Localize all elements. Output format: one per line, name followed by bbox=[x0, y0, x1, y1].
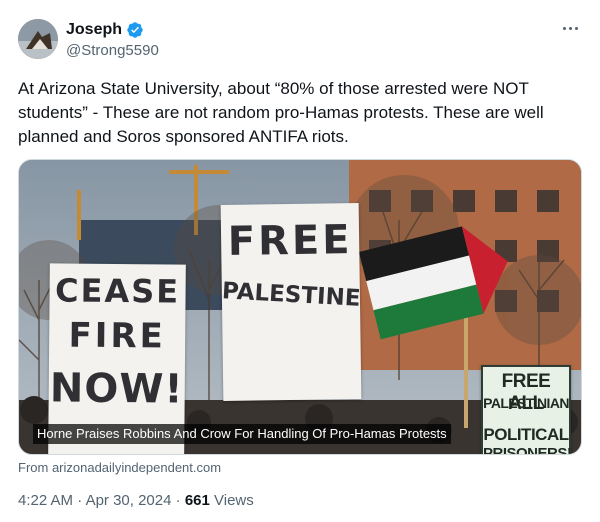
tweet-text: At Arizona State University, about “80% … bbox=[18, 79, 544, 146]
sign-text: PRISONERS! bbox=[483, 445, 572, 455]
media-caption: Horne Praises Robbins And Crow For Handl… bbox=[33, 424, 451, 444]
views-label: Views bbox=[214, 492, 254, 509]
sign-political-prisoners: FREE ALL PALESTINIAN POLITICAL PRISONERS… bbox=[481, 365, 572, 455]
media-image[interactable]: CEASE FIRE NOW! FREE PALESTINE FREE ALL … bbox=[18, 159, 582, 455]
tweet-card: Joseph @Strong5590 At Arizona State Univ… bbox=[0, 0, 600, 522]
link-source[interactable]: From arizonadailyindependent.com bbox=[18, 460, 221, 475]
meta-separator: · bbox=[175, 492, 181, 509]
sign-text: CEASE bbox=[54, 271, 181, 311]
verified-badge-icon bbox=[126, 21, 144, 39]
sign-text: FREE bbox=[227, 217, 353, 265]
tweet-date[interactable]: Apr 30, 2024 bbox=[86, 492, 172, 509]
author-name[interactable]: Joseph bbox=[66, 21, 122, 39]
tweet-meta: 4:22 AM · Apr 30, 2024 · 661 Views bbox=[18, 492, 254, 509]
avatar-image bbox=[18, 19, 58, 59]
sign-free-palestine: FREE PALESTINE bbox=[220, 203, 362, 401]
avatar[interactable] bbox=[18, 19, 58, 59]
sign-text: NOW! bbox=[49, 365, 184, 413]
sign-text: FIRE bbox=[68, 315, 167, 357]
author-handle[interactable]: @Strong5590 bbox=[66, 42, 159, 59]
tweet-time[interactable]: 4:22 AM bbox=[18, 492, 73, 509]
sign-text: PALESTINIAN bbox=[483, 395, 569, 411]
views-count[interactable]: 661 bbox=[185, 492, 210, 509]
more-options-icon[interactable] bbox=[558, 20, 582, 36]
meta-separator: · bbox=[77, 492, 83, 509]
sign-text: POLITICAL bbox=[483, 425, 569, 444]
sign-text: PALESTINE bbox=[221, 278, 362, 312]
author-name-row: Joseph bbox=[66, 21, 144, 39]
